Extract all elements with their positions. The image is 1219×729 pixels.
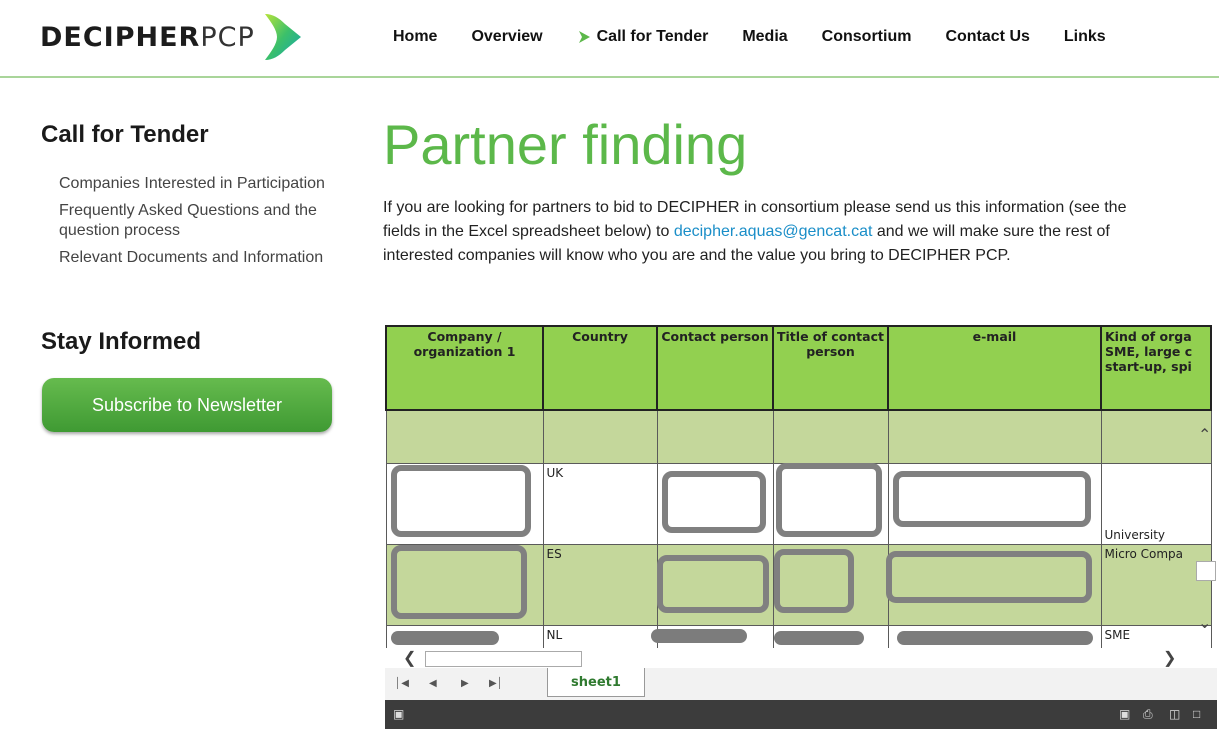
vscroll-thumb[interactable] bbox=[1196, 561, 1216, 581]
redaction-mark bbox=[651, 629, 747, 643]
nav-call-for-tender-label: Call for Tender bbox=[596, 28, 709, 45]
print-icon[interactable]: ⎙ bbox=[1143, 707, 1157, 721]
status-bar: ▣ ▣ ⎙ ◫ □ bbox=[385, 700, 1217, 729]
intro-text: If you are looking for partners to bid t… bbox=[383, 199, 1127, 264]
redaction-mark bbox=[662, 471, 766, 533]
logo[interactable]: DECIPHERPCP bbox=[40, 10, 307, 64]
contact-email-link[interactable]: decipher.aquas@gencat.cat bbox=[674, 223, 873, 240]
redaction-mark bbox=[391, 465, 531, 537]
nav-links[interactable]: Links bbox=[1064, 28, 1106, 46]
next-sheet-icon[interactable]: ▶ bbox=[461, 678, 469, 689]
download-icon[interactable]: ▣ bbox=[1119, 707, 1133, 721]
stay-informed-heading: Stay Informed bbox=[41, 328, 202, 355]
col-header-title: Title of contact person bbox=[772, 325, 889, 411]
page-title: Partner finding bbox=[383, 113, 748, 176]
cell-country[interactable]: ES bbox=[542, 544, 658, 626]
sidebar-link-companies[interactable]: Companies Interested in Participation bbox=[59, 174, 359, 194]
subscribe-button[interactable]: Subscribe to Newsletter bbox=[42, 378, 332, 432]
col-header-email: e-mail bbox=[887, 325, 1102, 411]
sheet-tab-bar: │◀ ◀ ▶ ▶│ sheet1 bbox=[385, 668, 1217, 700]
sidebar-link-documents[interactable]: Relevant Documents and Information bbox=[59, 248, 359, 268]
spreadsheet-viewer: Company / organization 1 Country Contact… bbox=[385, 325, 1217, 729]
sheet-tab[interactable]: sheet1 bbox=[547, 668, 645, 697]
scroll-down-icon[interactable]: ⌄ bbox=[1198, 613, 1211, 633]
col-header-company: Company / organization 1 bbox=[385, 325, 544, 411]
hscroll-thumb[interactable] bbox=[425, 651, 582, 667]
sidebar-links: Companies Interested in Participation Fr… bbox=[59, 174, 359, 275]
scroll-up-icon[interactable]: ⌃ bbox=[1198, 425, 1211, 445]
last-sheet-icon[interactable]: ▶│ bbox=[489, 678, 503, 689]
fullscreen-icon[interactable]: □ bbox=[1193, 707, 1207, 721]
redaction-mark bbox=[776, 463, 882, 537]
nav-media[interactable]: Media bbox=[742, 28, 787, 46]
scroll-right-icon[interactable]: ❯ bbox=[1163, 648, 1176, 668]
horizontal-scrollbar[interactable]: ❮ ❯ bbox=[385, 648, 1217, 668]
redaction-mark bbox=[893, 471, 1091, 527]
col-header-contact: Contact person bbox=[656, 325, 774, 411]
header-divider bbox=[0, 76, 1219, 78]
cell-kind[interactable]: University bbox=[1100, 463, 1212, 545]
sidebar-link-faq[interactable]: Frequently Asked Questions and the quest… bbox=[59, 201, 349, 241]
view-icon[interactable]: ◫ bbox=[1169, 707, 1183, 721]
sidebar-heading: Call for Tender bbox=[41, 121, 209, 148]
table-row bbox=[385, 409, 1212, 464]
cell-country[interactable]: UK bbox=[542, 463, 658, 545]
col-header-kind: Kind of orga SME, large c start-up, spi bbox=[1100, 325, 1212, 411]
prev-sheet-icon[interactable]: ◀ bbox=[429, 678, 437, 689]
logo-arrow-icon bbox=[264, 14, 301, 60]
header-row: Company / organization 1 Country Contact… bbox=[385, 325, 1212, 411]
redaction-mark bbox=[391, 545, 527, 619]
main-nav: Home Overview Call for Tender Media Cons… bbox=[348, 28, 1140, 46]
scroll-left-icon[interactable]: ❮ bbox=[403, 648, 416, 668]
site-header: DECIPHERPCP Home Overview Call for Tende… bbox=[0, 0, 1219, 78]
excel-logo-icon: ▣ bbox=[393, 707, 405, 721]
redaction-mark bbox=[774, 631, 864, 645]
redaction-mark bbox=[897, 631, 1093, 645]
first-sheet-icon[interactable]: │◀ bbox=[395, 678, 409, 689]
redaction-mark bbox=[391, 631, 499, 645]
nav-overview[interactable]: Overview bbox=[471, 28, 542, 46]
redaction-mark bbox=[657, 555, 769, 613]
active-arrow-icon bbox=[578, 31, 590, 43]
nav-consortium[interactable]: Consortium bbox=[822, 28, 912, 46]
logo-text: DECIPHERPCP bbox=[40, 21, 255, 53]
redaction-mark bbox=[886, 551, 1092, 603]
nav-home[interactable]: Home bbox=[393, 28, 437, 46]
cell-kind[interactable]: Micro Compa bbox=[1100, 544, 1212, 626]
col-header-country: Country bbox=[542, 325, 658, 411]
nav-contact-us[interactable]: Contact Us bbox=[945, 28, 1029, 46]
redaction-mark bbox=[774, 549, 854, 613]
nav-call-for-tender[interactable]: Call for Tender bbox=[577, 28, 709, 46]
